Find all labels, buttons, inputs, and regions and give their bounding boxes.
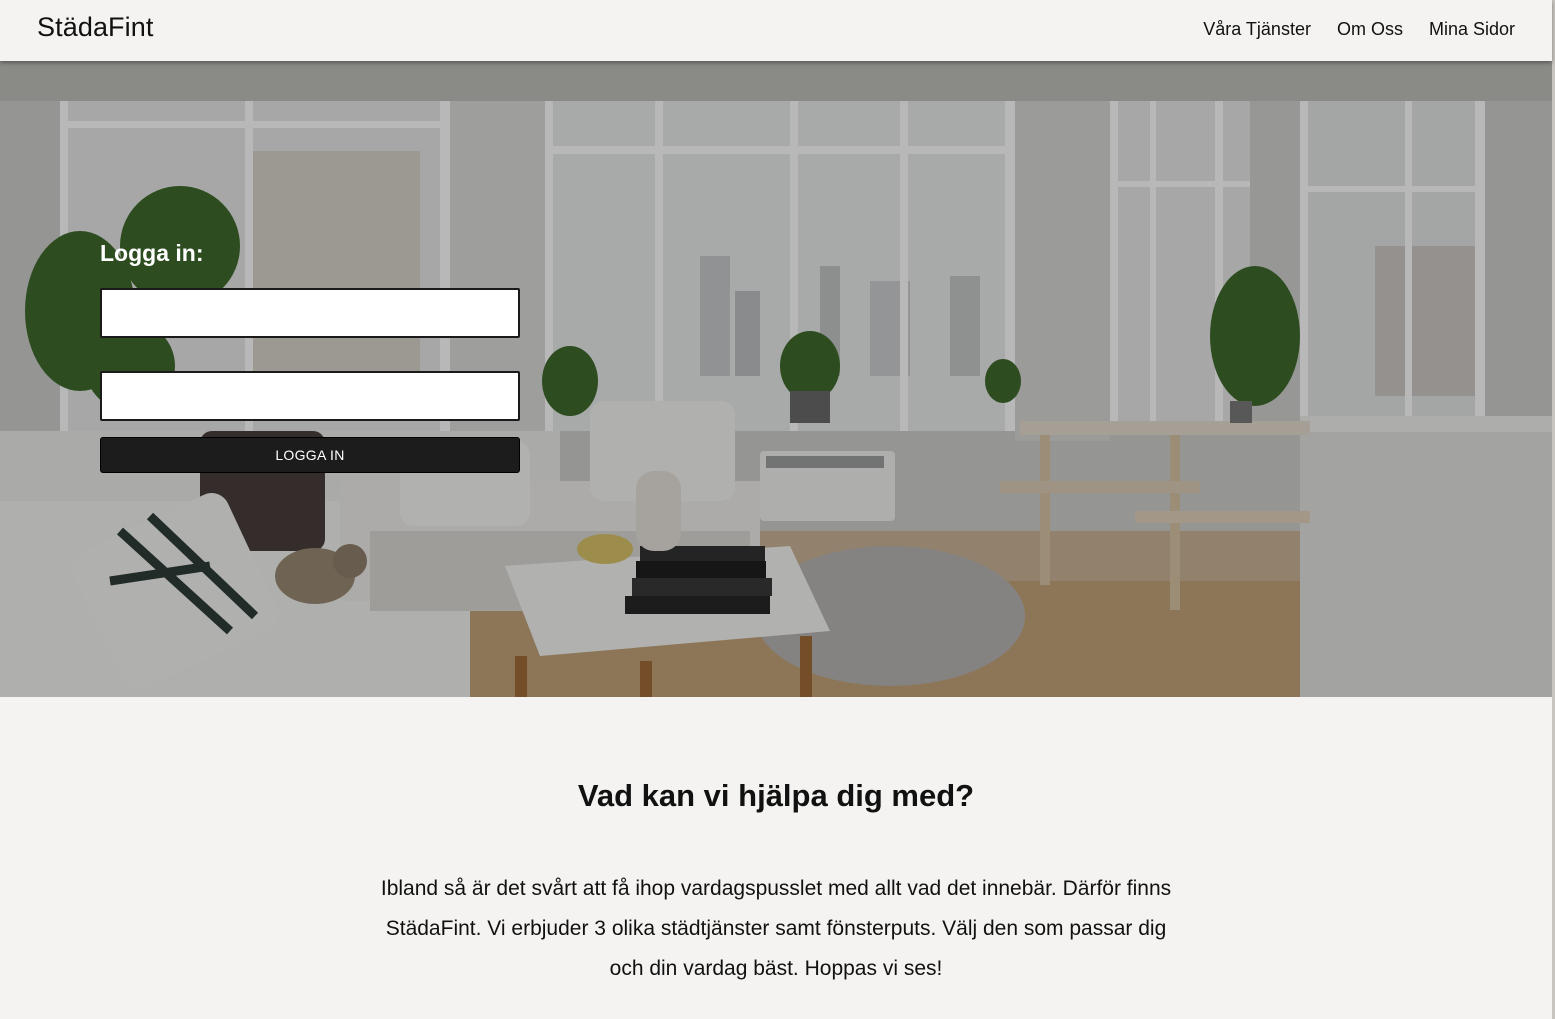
nav-link-my-pages[interactable]: Mina Sidor bbox=[1429, 19, 1515, 40]
hero-section: Logga in: LOGGA IN bbox=[0, 61, 1552, 697]
username-input[interactable] bbox=[100, 288, 520, 338]
top-navbar: StädaFint Våra Tjänster Om Oss Mina Sido… bbox=[0, 0, 1552, 61]
password-input[interactable] bbox=[100, 371, 520, 421]
nav-link-about[interactable]: Om Oss bbox=[1337, 19, 1403, 40]
login-button[interactable]: LOGGA IN bbox=[100, 437, 520, 473]
intro-paragraph: Ibland så är det svårt att få ihop varda… bbox=[380, 877, 1172, 980]
nav-link-services[interactable]: Våra Tjänster bbox=[1203, 19, 1311, 40]
main-nav: Våra Tjänster Om Oss Mina Sidor bbox=[1203, 19, 1515, 40]
section-title: Vad kan vi hjälpa dig med? bbox=[577, 778, 975, 813]
login-heading: Logga in: bbox=[100, 240, 204, 266]
brand-logo[interactable]: StädaFint bbox=[37, 12, 153, 43]
